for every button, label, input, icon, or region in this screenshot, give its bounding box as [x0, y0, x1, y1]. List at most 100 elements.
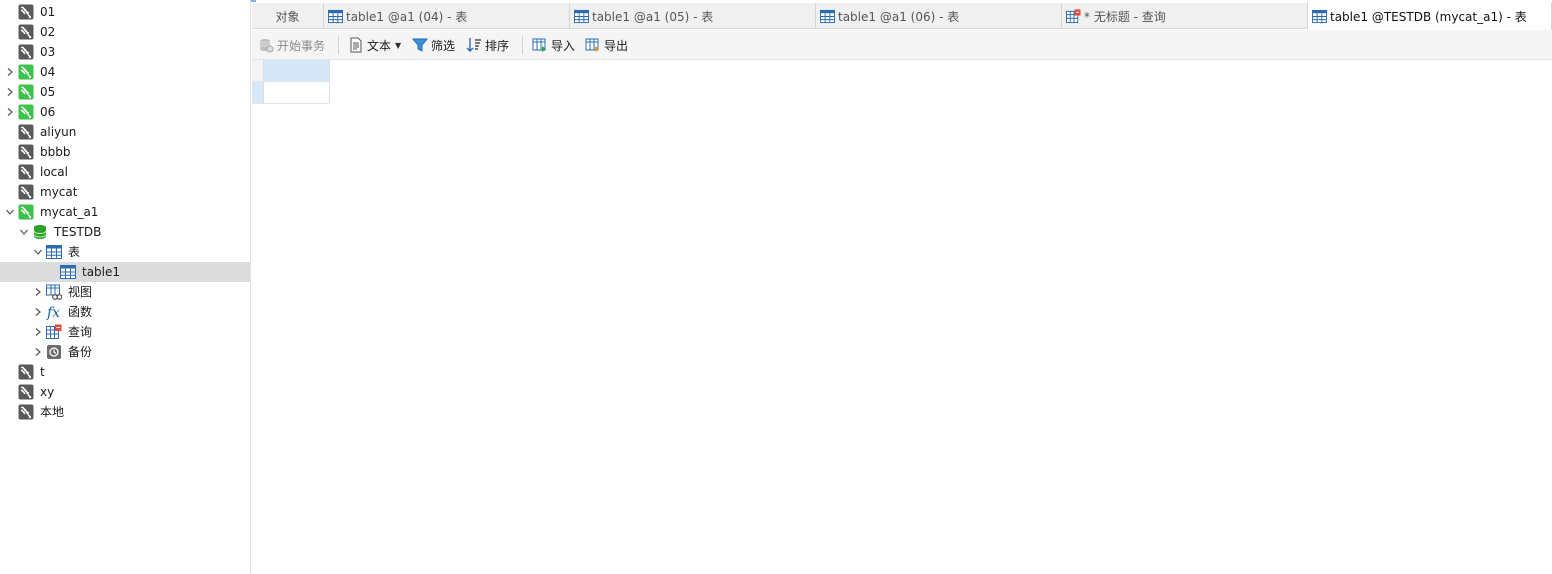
filter-button[interactable]: 筛选	[412, 36, 455, 54]
tree-connection-05[interactable]: 05	[0, 82, 250, 102]
tab-label: table1 @a1 (04) - 表	[346, 9, 468, 24]
chevron-right-icon[interactable]	[4, 102, 16, 122]
table-icon	[820, 9, 835, 24]
chevron-right-icon[interactable]	[32, 282, 44, 302]
tab-1[interactable]: table1 @a1 (04) - 表	[324, 3, 570, 29]
tree-group-view[interactable]: 视图	[0, 282, 250, 302]
mysql-connection-icon	[18, 44, 34, 60]
tree-connection-03[interactable]: 03	[0, 42, 250, 62]
tree-table-table1[interactable]: table1	[0, 262, 250, 282]
chevron-right-icon[interactable]	[32, 322, 44, 342]
mysql-connection-icon	[18, 84, 34, 100]
tab-label: table1 @a1 (06) - 表	[838, 9, 960, 24]
function-icon: fx	[46, 304, 62, 320]
tree-connection-local[interactable]: local	[0, 162, 250, 182]
tree-connection-aliyun[interactable]: aliyun	[0, 122, 250, 142]
row-header[interactable]	[252, 82, 264, 104]
tree-item-label: xy	[40, 385, 55, 399]
tree-connection-02[interactable]: 02	[0, 22, 250, 42]
chevron-down-icon[interactable]	[18, 222, 30, 242]
export-icon	[585, 37, 601, 53]
table-group-icon	[46, 244, 62, 260]
mysql-connection-icon	[18, 4, 34, 20]
tree-item-label: t	[40, 365, 45, 379]
tab-0[interactable]: 对象	[252, 3, 324, 29]
begin-transaction-button[interactable]: 开始事务	[258, 36, 325, 54]
import-button[interactable]: 导入	[532, 36, 575, 54]
tab-2[interactable]: table1 @a1 (05) - 表	[570, 3, 816, 29]
tree-group-backup[interactable]: 备份	[0, 342, 250, 362]
tab-label: * 无标题 - 查询	[1084, 9, 1166, 24]
database-icon	[32, 224, 48, 240]
mysql-connection-icon	[18, 144, 34, 160]
tree-item-label: 视图	[68, 285, 93, 299]
tree-item-label: 01	[40, 5, 56, 19]
mysql-connection-icon	[18, 124, 34, 140]
tree-item-label: bbbb	[40, 145, 71, 159]
view-icon	[46, 284, 62, 300]
table-row[interactable]	[252, 60, 330, 82]
tree-item-label: 02	[40, 25, 56, 39]
grid-cell[interactable]	[264, 82, 330, 104]
tab-4[interactable]: * 无标题 - 查询	[1062, 3, 1308, 29]
tab-label: table1 @a1 (05) - 表	[592, 9, 714, 24]
chevron-right-icon[interactable]	[4, 82, 16, 102]
tab-3[interactable]: table1 @a1 (06) - 表	[816, 3, 1062, 29]
dropdown-caret-icon[interactable]: ▼	[395, 41, 401, 50]
tree-connection-01[interactable]: 01	[0, 2, 250, 22]
chevron-down-icon[interactable]	[4, 202, 16, 222]
table-icon	[60, 264, 76, 280]
chevron-right-icon[interactable]	[32, 302, 44, 322]
tree-database-testdb[interactable]: TESTDB	[0, 222, 250, 242]
tree-item-label: 03	[40, 45, 56, 59]
tree-connection-mycat[interactable]: mycat	[0, 182, 250, 202]
tree-item-label: 函数	[68, 305, 93, 319]
tree-item-label: 06	[40, 105, 56, 119]
tree-connection-06[interactable]: 06	[0, 102, 250, 122]
chevron-down-icon[interactable]	[32, 242, 44, 262]
grid-cell[interactable]	[264, 60, 330, 82]
tree-group-tables[interactable]: 表	[0, 242, 250, 262]
chevron-right-icon[interactable]	[4, 62, 16, 82]
query-icon	[1066, 8, 1081, 24]
connection-tree[interactable]: 01 02 03 04 05 06 aliyun bbbb local mycat mycat_a1…	[0, 0, 251, 574]
data-grid[interactable]	[252, 60, 1552, 574]
tree-item-label: mycat	[40, 185, 78, 199]
document-icon	[348, 37, 364, 53]
table-row[interactable]	[252, 82, 330, 104]
table-icon	[1312, 9, 1327, 24]
mysql-connection-icon	[18, 64, 34, 80]
tree-group-function[interactable]: fx 函数	[0, 302, 250, 322]
tab-label: 对象	[275, 9, 300, 24]
tree-item-label: 查询	[68, 325, 93, 339]
tree-connection-mycat_a1[interactable]: mycat_a1	[0, 202, 250, 222]
text-view-button[interactable]: 文本 ▼	[348, 36, 401, 54]
import-icon	[532, 37, 548, 53]
mysql-connection-icon	[18, 364, 34, 380]
row-header[interactable]	[252, 60, 264, 82]
tree-connection-04[interactable]: 04	[0, 62, 250, 82]
toolbar-separator	[338, 36, 339, 54]
mysql-connection-icon	[18, 104, 34, 120]
chevron-right-icon[interactable]	[32, 342, 44, 362]
tree-group-query[interactable]: 查询	[0, 322, 250, 342]
tree-item-label: 05	[40, 85, 56, 99]
tree-item-label: aliyun	[40, 125, 77, 139]
tree-connection-xy[interactable]: xy	[0, 382, 250, 402]
mysql-connection-icon	[18, 204, 34, 220]
tree-connection-t[interactable]: t	[0, 362, 250, 382]
export-button[interactable]: 导出	[585, 36, 628, 54]
tree-item-label: 本地	[40, 405, 65, 419]
tree-connection-bbbb[interactable]: bbbb	[0, 142, 250, 162]
sort-button[interactable]: 排序	[466, 36, 509, 54]
mysql-connection-icon	[18, 404, 34, 420]
tab-bar: 对象 table1 @a1 (04) - 表 table1 @a1 (05) - 表…	[252, 3, 1552, 30]
tab-label: table1 @TESTDB (mycat_a1) - 表	[1330, 10, 1527, 24]
mysql-connection-icon	[18, 184, 34, 200]
mysql-connection-icon	[18, 164, 34, 180]
tree-connection-本地[interactable]: 本地	[0, 402, 250, 422]
svg-text:fx: fx	[46, 305, 60, 320]
tab-5[interactable]: table1 @TESTDB (mycat_a1) - 表	[1308, 3, 1552, 30]
tree-item-label: local	[40, 165, 68, 179]
tree-item-label: table1	[82, 265, 121, 279]
